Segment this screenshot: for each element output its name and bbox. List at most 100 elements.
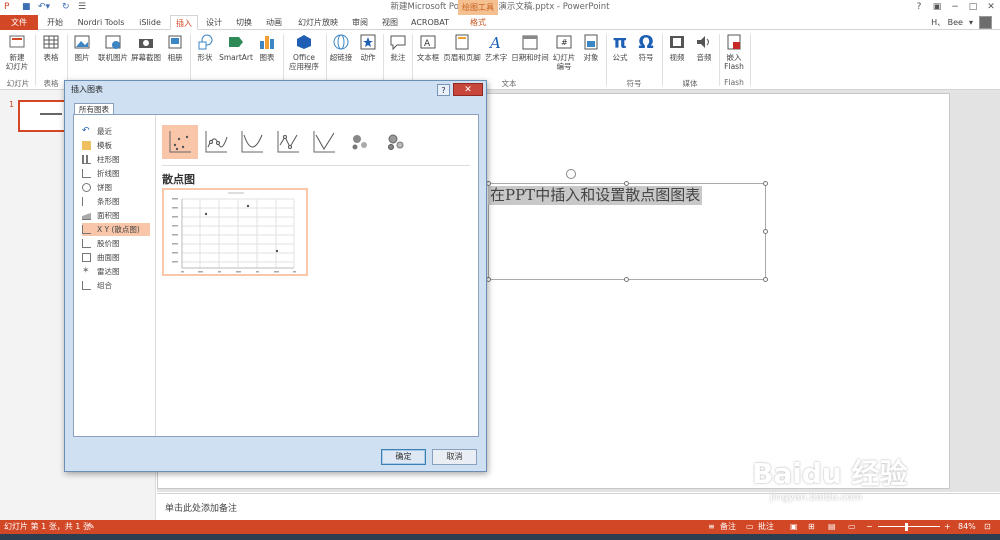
tab-slideshow[interactable]: 幻灯片放映 xyxy=(294,15,342,30)
svg-text:A: A xyxy=(424,39,431,49)
subtype-scatter-smooth[interactable] xyxy=(234,125,270,159)
smooth-line-markers-icon xyxy=(205,131,228,153)
tab-view[interactable]: 视图 xyxy=(378,15,402,30)
tab-animations[interactable]: 动画 xyxy=(262,15,286,30)
category-line[interactable]: 折线图 xyxy=(82,167,150,180)
avatar[interactable] xyxy=(979,16,992,29)
tab-home[interactable]: 开始 xyxy=(42,15,68,30)
online-picture-icon xyxy=(105,35,121,49)
comments-toggle-button[interactable]: 批注 xyxy=(758,520,774,534)
new-slide-button[interactable]: 新建 幻灯片 xyxy=(2,33,32,77)
tab-nordri-tools[interactable]: Nordri Tools xyxy=(72,15,130,30)
tab-format[interactable]: 格式 xyxy=(462,15,494,30)
online-picture-button[interactable]: 联机图片 xyxy=(96,33,130,77)
dialog-close-button[interactable]: ✕ xyxy=(453,83,483,96)
category-bar[interactable]: 条形图 xyxy=(82,195,150,208)
slide-title-text[interactable]: 在PPT中插入和设置散点图图表 xyxy=(488,186,703,205)
subtype-scatter[interactable] xyxy=(162,125,198,159)
resize-handle[interactable] xyxy=(624,181,629,186)
category-templates[interactable]: 模板 xyxy=(82,139,150,152)
header-footer-button[interactable]: 页眉和页脚 xyxy=(442,33,482,77)
object-button[interactable]: 对象 xyxy=(579,33,603,77)
help-button[interactable]: ? xyxy=(910,0,928,15)
ok-button[interactable]: 确定 xyxy=(381,449,426,465)
notes-toggle-icon[interactable]: ≡ xyxy=(708,520,715,534)
office-apps-button[interactable]: Office 应用程序 xyxy=(286,33,322,77)
slide-number-icon: # xyxy=(556,35,572,49)
tab-file[interactable]: 文件 xyxy=(0,15,38,30)
picture-button[interactable]: 图片 xyxy=(70,33,94,77)
wordart-button[interactable]: A 艺术字 xyxy=(483,33,509,77)
audio-button[interactable]: 音频 xyxy=(692,33,716,77)
category-xy-scatter[interactable]: X Y (散点图) xyxy=(82,223,150,236)
subtype-scatter-straight-markers[interactable] xyxy=(270,125,306,159)
equation-button[interactable]: π 公式 xyxy=(608,33,632,77)
resize-handle[interactable] xyxy=(763,181,768,186)
subtype-3d-bubble[interactable] xyxy=(378,125,414,159)
subtype-scatter-straight[interactable] xyxy=(306,125,342,159)
shapes-button[interactable]: 形状 xyxy=(193,33,217,77)
normal-view-icon[interactable]: ▣ xyxy=(790,520,798,534)
rotate-handle-icon[interactable] xyxy=(566,169,576,179)
chart-button[interactable]: 图表 xyxy=(256,33,278,77)
tab-transitions[interactable]: 切换 xyxy=(232,15,256,30)
smartart-button[interactable]: SmartArt xyxy=(218,33,254,77)
slide-sorter-icon[interactable]: ⊞ xyxy=(808,520,815,534)
subtype-scatter-smooth-markers[interactable] xyxy=(198,125,234,159)
notes-toggle-button[interactable]: 备注 xyxy=(720,520,736,534)
category-column[interactable]: 柱形图 xyxy=(82,153,150,166)
category-surface[interactable]: 曲面图 xyxy=(82,251,150,264)
category-pie[interactable]: 饼图 xyxy=(82,181,150,194)
resize-handle[interactable] xyxy=(763,229,768,234)
comments-toggle-icon[interactable]: ▭ xyxy=(746,520,754,534)
tab-islide[interactable]: iSlide xyxy=(134,15,166,30)
tab-acrobat[interactable]: ACROBAT xyxy=(408,15,452,30)
cancel-button[interactable]: 取消 xyxy=(432,449,477,465)
user-area[interactable]: H、 Bee ▾ xyxy=(931,15,992,30)
spell-check-icon[interactable]: ✎ xyxy=(88,520,95,534)
notes-placeholder[interactable]: 单击此处添加备注 xyxy=(165,501,237,514)
album-button[interactable]: 相册 xyxy=(163,33,187,77)
chart-preview[interactable] xyxy=(162,188,308,276)
dialog-help-button[interactable]: ? xyxy=(437,84,450,96)
zoom-slider[interactable] xyxy=(878,526,940,527)
screenshot-button[interactable]: 屏幕截图 xyxy=(130,33,162,77)
resize-handle[interactable] xyxy=(624,277,629,282)
comment-button[interactable]: 批注 xyxy=(386,33,410,77)
category-area[interactable]: 面积图 xyxy=(82,209,150,222)
close-button[interactable]: ✕ xyxy=(982,0,1000,15)
line-chart-icon xyxy=(82,169,91,178)
maximize-button[interactable]: □ xyxy=(964,0,982,15)
datetime-button[interactable]: 日期和时间 xyxy=(510,33,550,77)
zoom-in-icon[interactable]: + xyxy=(944,520,951,534)
slideshow-icon[interactable]: ▭ xyxy=(848,520,856,534)
slide-number-button[interactable]: # 幻灯片 编号 xyxy=(550,33,578,77)
symbol-button[interactable]: Ω 符号 xyxy=(634,33,658,77)
category-radar[interactable]: ✶ 雷达图 xyxy=(82,265,150,278)
subtype-bubble[interactable] xyxy=(342,125,378,159)
ribbon-display-icon[interactable]: ▣ xyxy=(928,0,946,15)
category-recent[interactable]: ↶ 最近 xyxy=(82,125,150,138)
textbox-button[interactable]: A 文本框 xyxy=(414,33,442,77)
shapes-icon xyxy=(198,34,213,50)
resize-handle[interactable] xyxy=(763,277,768,282)
zoom-out-icon[interactable]: − xyxy=(866,520,873,534)
tab-insert[interactable]: 插入 xyxy=(170,15,198,30)
reading-view-icon[interactable]: ▤ xyxy=(828,520,836,534)
category-stock[interactable]: 股价图 xyxy=(82,237,150,250)
category-combo[interactable]: 组合 xyxy=(82,279,150,292)
video-button[interactable]: 视频 xyxy=(664,33,690,77)
slide-thumbnail[interactable] xyxy=(18,100,68,132)
table-button[interactable]: 表格 xyxy=(38,33,64,77)
tab-design[interactable]: 设计 xyxy=(202,15,226,30)
minimize-button[interactable]: − xyxy=(946,0,964,15)
zoom-level[interactable]: 84% xyxy=(958,520,976,534)
user-name[interactable]: H、 Bee xyxy=(931,17,963,28)
action-button[interactable]: 动作 xyxy=(356,33,380,77)
tab-review[interactable]: 审阅 xyxy=(348,15,372,30)
embed-flash-button[interactable]: 嵌入 Flash xyxy=(721,33,747,77)
svg-text:A: A xyxy=(488,34,501,51)
fit-slide-icon[interactable]: ⊡ xyxy=(984,520,991,534)
zoom-slider-thumb[interactable] xyxy=(905,523,908,531)
hyperlink-button[interactable]: 超链接 xyxy=(328,33,354,77)
